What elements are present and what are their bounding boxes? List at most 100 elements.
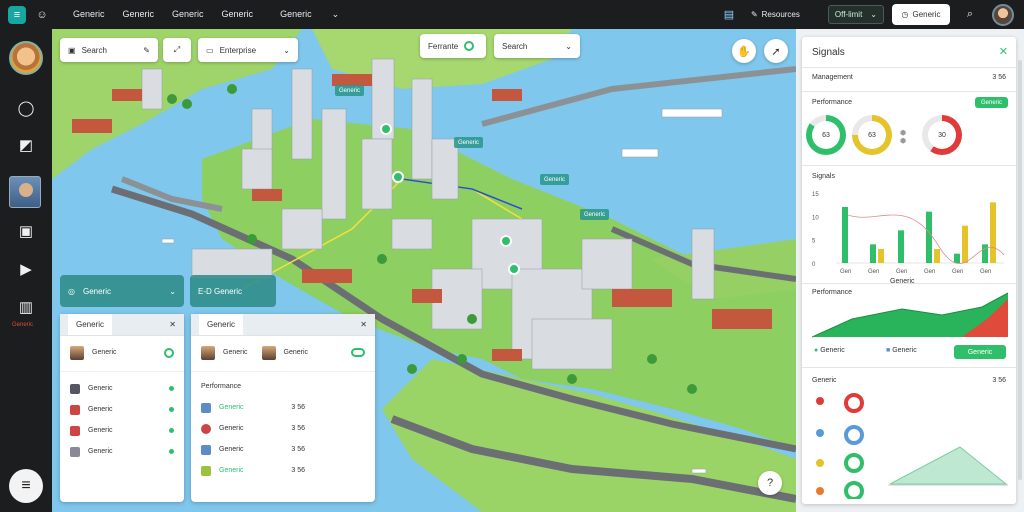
bar[interactable]: [870, 244, 876, 263]
x-tick-label: Gen: [924, 269, 935, 275]
hand-icon[interactable]: ✋: [732, 39, 756, 63]
performance-panel: Generic ✕ Generic Generic Performance Ge…: [191, 314, 375, 502]
profile-avatar[interactable]: [9, 41, 43, 75]
teal-card-left-label: Generic: [82, 286, 111, 296]
chart-icon[interactable]: ▥: [14, 295, 38, 319]
nav-item-3[interactable]: Generic: [163, 9, 213, 20]
donut-badge[interactable]: Generic: [974, 97, 1008, 108]
nav-item-1[interactable]: Generic: [64, 9, 114, 20]
section-title: Performance: [201, 383, 242, 390]
mid-icons: ⬢ ⬢: [900, 130, 907, 145]
bar[interactable]: [926, 211, 932, 263]
panel-action-button[interactable]: Generic: [954, 345, 1006, 359]
nav-item-2[interactable]: Generic: [114, 9, 164, 20]
bar[interactable]: [878, 249, 884, 263]
ring: [844, 481, 864, 499]
grid-icon[interactable]: ▤: [721, 7, 737, 23]
list-item[interactable]: Generic: [60, 342, 184, 363]
legend-one-label: Generic: [820, 347, 845, 354]
toggle[interactable]: [351, 348, 365, 357]
building-icon: [201, 402, 211, 413]
map-pin[interactable]: [500, 235, 512, 247]
status-select[interactable]: Off-limit ⌄: [827, 5, 884, 24]
teal-card-left[interactable]: ◎ Generic ⌄: [60, 275, 184, 307]
map-layer-select[interactable]: Search ⌄: [494, 34, 580, 58]
map-search-chip[interactable]: ▣ Search ✎: [60, 38, 158, 62]
close-icon[interactable]: ✕: [169, 320, 176, 329]
map-layer-chip[interactable]: Ferrante: [420, 34, 486, 58]
legend-square-icon: ■: [886, 347, 891, 354]
top-button[interactable]: ◷ Generic: [892, 4, 950, 25]
map-label-2[interactable]: Generic: [540, 174, 570, 185]
bar[interactable]: [990, 202, 996, 263]
pen-icon: ✎: [750, 10, 758, 19]
map-filter-select[interactable]: ▭ Enterprise ⌄: [198, 38, 298, 62]
flag-icon[interactable]: ▶: [14, 257, 38, 281]
user-photo[interactable]: [9, 176, 41, 208]
metric-row[interactable]: Generic 3 56: [191, 418, 375, 439]
circle-icon[interactable]: ◯: [14, 96, 38, 120]
list-item[interactable]: Generic: [60, 399, 184, 420]
arrow-icon[interactable]: ➚: [764, 39, 788, 63]
resources-chip[interactable]: ✎ Resources: [751, 10, 800, 19]
list-item[interactable]: Generic: [60, 420, 184, 441]
teal-card-right[interactable]: E-D Generic: [190, 275, 276, 307]
help-icon[interactable]: ?: [758, 471, 782, 495]
donut-section-title: Performance: [812, 99, 853, 106]
pin-icon: [201, 423, 211, 434]
building-icon[interactable]: ◩: [14, 133, 38, 157]
list-item[interactable]: Generic: [60, 441, 184, 462]
ring: [844, 425, 864, 445]
nav-item-5[interactable]: Generic ⌄: [262, 9, 357, 20]
map-pin[interactable]: [380, 123, 392, 135]
metric-row[interactable]: Generic 3 56: [191, 397, 375, 418]
donut-chart: 63: [852, 115, 892, 155]
map-pin[interactable]: [508, 263, 520, 275]
status-select-value: Off-limit: [834, 10, 863, 19]
metric-row[interactable]: Generic 3 56: [191, 439, 375, 460]
nav-item-4[interactable]: Generic: [213, 9, 263, 20]
map-label-3[interactable]: Generic: [580, 209, 610, 220]
close-icon[interactable]: ✕: [999, 45, 1008, 58]
chevron-down-icon: ⌄: [565, 41, 572, 51]
person-name[interactable]: Generic: [223, 349, 248, 356]
donut-chart: 63: [806, 115, 846, 155]
x-tick-label: Gen: [980, 269, 991, 275]
bar[interactable]: [898, 230, 904, 263]
bar[interactable]: [842, 207, 848, 263]
search-icon[interactable]: ⌕: [962, 7, 978, 23]
clock-icon: ◷: [901, 10, 909, 19]
bar[interactable]: [954, 253, 960, 263]
inbox-icon[interactable]: ▣: [14, 219, 38, 243]
metric-row[interactable]: Generic 3 56: [191, 460, 375, 481]
legend-dot: [816, 397, 824, 405]
legend-dot: [816, 487, 824, 495]
bar[interactable]: [982, 244, 988, 263]
donut-label: 63: [858, 121, 886, 149]
bridge-north: [481, 66, 796, 127]
bar[interactable]: [962, 225, 968, 263]
bar[interactable]: [934, 249, 940, 263]
nav-item-5-label: Generic: [280, 9, 312, 19]
map-pin[interactable]: [392, 171, 404, 183]
city-map[interactable]: ▣ Search ✎ ⤢ ▭ Enterprise ⌄ Ferrante Sea…: [52, 29, 796, 512]
chevron-down-icon: ⌄: [331, 9, 340, 19]
chat-icon[interactable]: ☺: [34, 7, 50, 23]
area-legend-one: ● Generic: [814, 347, 845, 354]
scrollbar[interactable]: [1018, 60, 1022, 480]
list-item[interactable]: Generic: [60, 378, 184, 399]
legend-dot: [816, 429, 824, 437]
map-tool-button[interactable]: ⤢: [163, 38, 191, 62]
signals-panel: Signals ✕ Management 3 56 Performance Ge…: [802, 37, 1016, 504]
tab-performance[interactable]: Generic: [199, 314, 244, 335]
user-avatar[interactable]: [992, 3, 1014, 26]
list-item-label: Generic: [92, 349, 117, 356]
map-label-1[interactable]: Generic: [454, 137, 484, 148]
close-icon[interactable]: ✕: [360, 320, 367, 329]
tab-list[interactable]: Generic: [68, 314, 113, 335]
menu-icon[interactable]: ≡: [9, 469, 43, 503]
app-logo[interactable]: ≡: [8, 5, 26, 24]
map-label-4[interactable]: Generic: [335, 85, 365, 96]
panel-subtitle-value: 3 56: [992, 74, 1006, 81]
person-name[interactable]: Generic: [284, 349, 309, 356]
